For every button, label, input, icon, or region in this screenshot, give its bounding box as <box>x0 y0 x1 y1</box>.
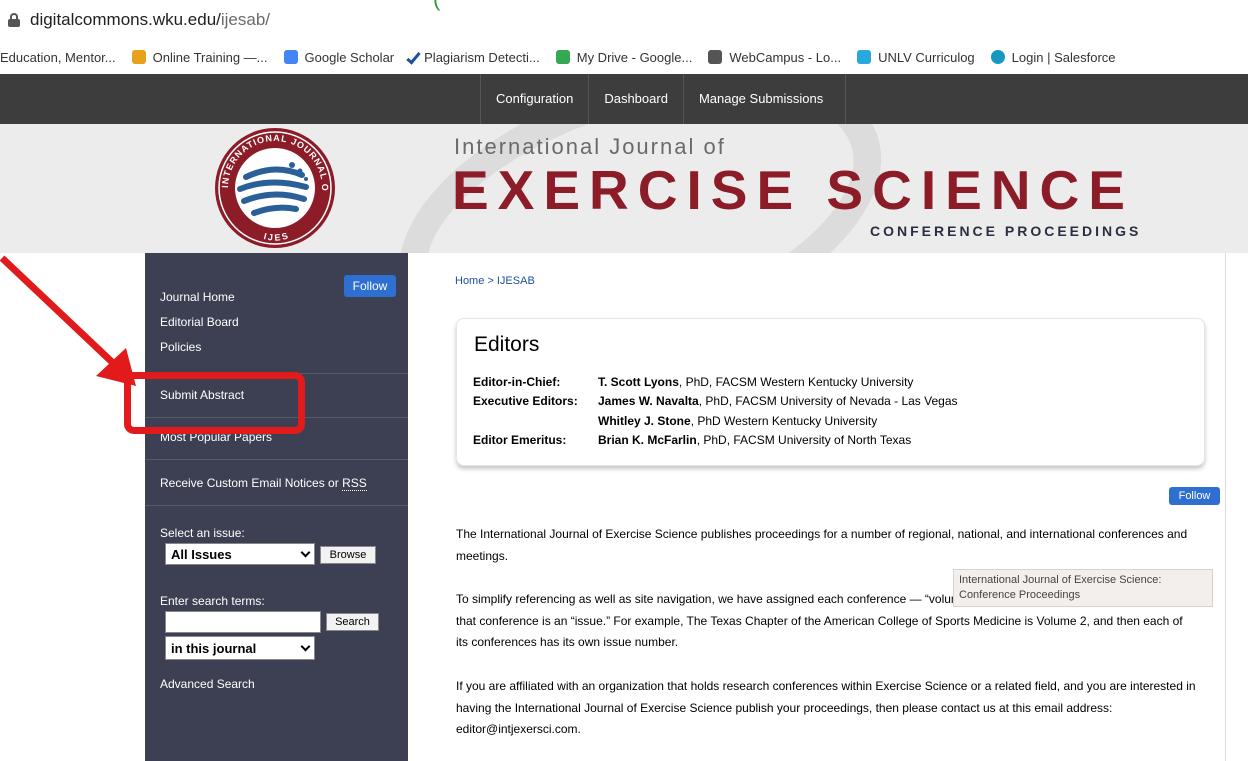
bookmark-label: My Drive - Google... <box>576 49 693 65</box>
bookmark-label: Login | Salesforce <box>1011 49 1116 65</box>
bookmark-item[interactable]: UNLV Curriculog <box>857 50 975 65</box>
sidebar-link-policies[interactable]: Policies <box>160 340 201 354</box>
sidebar-link-editorial-board[interactable]: Editorial Board <box>160 315 239 329</box>
editor-entry: T. Scott Lyons, PhD, FACSM Western Kentu… <box>598 375 914 389</box>
search-button[interactable]: Search <box>326 613 379 631</box>
drive-icon <box>555 50 570 64</box>
journal-banner[interactable]: INTERNATIONAL JOURNAL OF EXERCISE SCIENC… <box>0 124 1248 253</box>
editors-heading: Editors <box>474 333 540 356</box>
contact-paragraph: If you are affiliated with an organizati… <box>456 679 1196 736</box>
tooltip: International Journal of Exercise Scienc… <box>953 569 1213 607</box>
editor-role: Editor Emeritus: <box>473 433 567 447</box>
bookmark-item[interactable]: Online Training —... <box>131 49 268 65</box>
editor-entry: Brian K. McFarlin, PhD, FACSM University… <box>598 433 912 447</box>
journal-seal-logo: INTERNATIONAL JOURNAL OF EXERCISE SCIENC… <box>210 127 335 248</box>
checkmark-icon <box>406 49 421 65</box>
browse-button[interactable]: Browse <box>320 546 376 564</box>
bookmark-label: Plagiarism Detecti... <box>424 49 540 65</box>
nav-manage-submissions[interactable]: Manage Submissions <box>682 74 847 124</box>
bookmark-item[interactable]: Google Scholar <box>283 49 395 65</box>
search-scope-select[interactable]: in this journal <box>165 636 315 660</box>
sidebar-divider <box>145 505 408 506</box>
nav-dashboard[interactable]: Dashboard <box>588 74 683 124</box>
sidebar-link-journal-home[interactable]: Journal Home <box>160 290 235 304</box>
cloud-icon <box>990 50 1005 64</box>
admin-nav-bar: Configuration Dashboard Manage Submissio… <box>0 74 1248 124</box>
chevron-down-icon <box>300 547 311 557</box>
url-text[interactable]: digitalcommons.wku.edu/ijesab/ <box>30 10 270 30</box>
sidebar: Follow Journal Home Editorial Board Poli… <box>145 253 408 761</box>
sidebar-link-advanced-search[interactable]: Advanced Search <box>160 677 255 691</box>
curriculog-icon <box>857 50 872 64</box>
intro-paragraph: The International Journal of Exercise Sc… <box>456 527 1188 563</box>
bookmark-label: Education, Mentor... <box>0 49 116 65</box>
editor-role: Executive Editors: <box>473 394 578 408</box>
lock-icon <box>8 13 20 27</box>
banner-small-title: International Journal of <box>454 134 726 159</box>
bookmark-label: WebCampus - Lo... <box>729 49 842 65</box>
scholar-cap-icon <box>283 50 298 64</box>
address-bar[interactable]: digitalcommons.wku.edu/ijesab/ ( <box>0 0 1248 40</box>
sidebar-link-custom-email[interactable]: Receive Custom Email Notices or RSS <box>160 476 367 491</box>
bookmarks-bar: Education, Mentor... Online Training —...… <box>0 40 1248 74</box>
breadcrumb[interactable]: Home > IJESAB <box>455 275 535 287</box>
bookmark-item[interactable]: Plagiarism Detecti... <box>406 49 540 65</box>
banner-subtitle: CONFERENCE PROCEEDINGS <box>870 223 1142 239</box>
content-border <box>1225 253 1226 761</box>
banner-title: EXERCISE SCIENCE <box>452 159 1134 221</box>
key-icon <box>708 50 723 64</box>
editor-entry: Whitley J. Stone, PhD Western Kentucky U… <box>598 414 878 428</box>
nav-configuration[interactable]: Configuration <box>480 74 588 124</box>
main-follow-button[interactable]: Follow <box>1169 487 1220 505</box>
search-terms-label: Enter search terms: <box>160 594 265 608</box>
page: digitalcommons.wku.edu/ijesab/ ( Educati… <box>0 0 1248 761</box>
bookmark-item[interactable]: WebCampus - Lo... <box>708 50 841 65</box>
bookmark-item[interactable]: My Drive - Google... <box>555 49 693 65</box>
bookmark-item[interactable]: Education, Mentor... <box>0 50 116 65</box>
annotation-arrow <box>0 255 136 386</box>
editor-entry: James W. Navalta, PhD, FACSM University … <box>598 394 958 408</box>
issue-select[interactable]: All Issues <box>165 543 315 565</box>
annotation-highlight-box <box>124 372 305 434</box>
chevron-down-icon <box>300 641 311 651</box>
bookmark-label: Google Scholar <box>304 49 395 65</box>
search-input[interactable] <box>165 611 321 633</box>
rss-link[interactable]: RSS <box>342 476 367 491</box>
select-issue-label: Select an issue: <box>160 526 245 540</box>
sidebar-follow-button[interactable]: Follow <box>344 275 396 297</box>
bookmark-label: Online Training —... <box>152 49 268 65</box>
overlay-text-fragment: ( <box>433 0 442 12</box>
bookmark-item[interactable]: Login | Salesforce <box>990 49 1116 65</box>
colorful-gem-icon <box>131 50 146 64</box>
editor-role: Editor-in-Chief: <box>473 375 561 389</box>
sidebar-divider <box>145 459 408 460</box>
bookmark-label: UNLV Curriculog <box>878 49 975 65</box>
